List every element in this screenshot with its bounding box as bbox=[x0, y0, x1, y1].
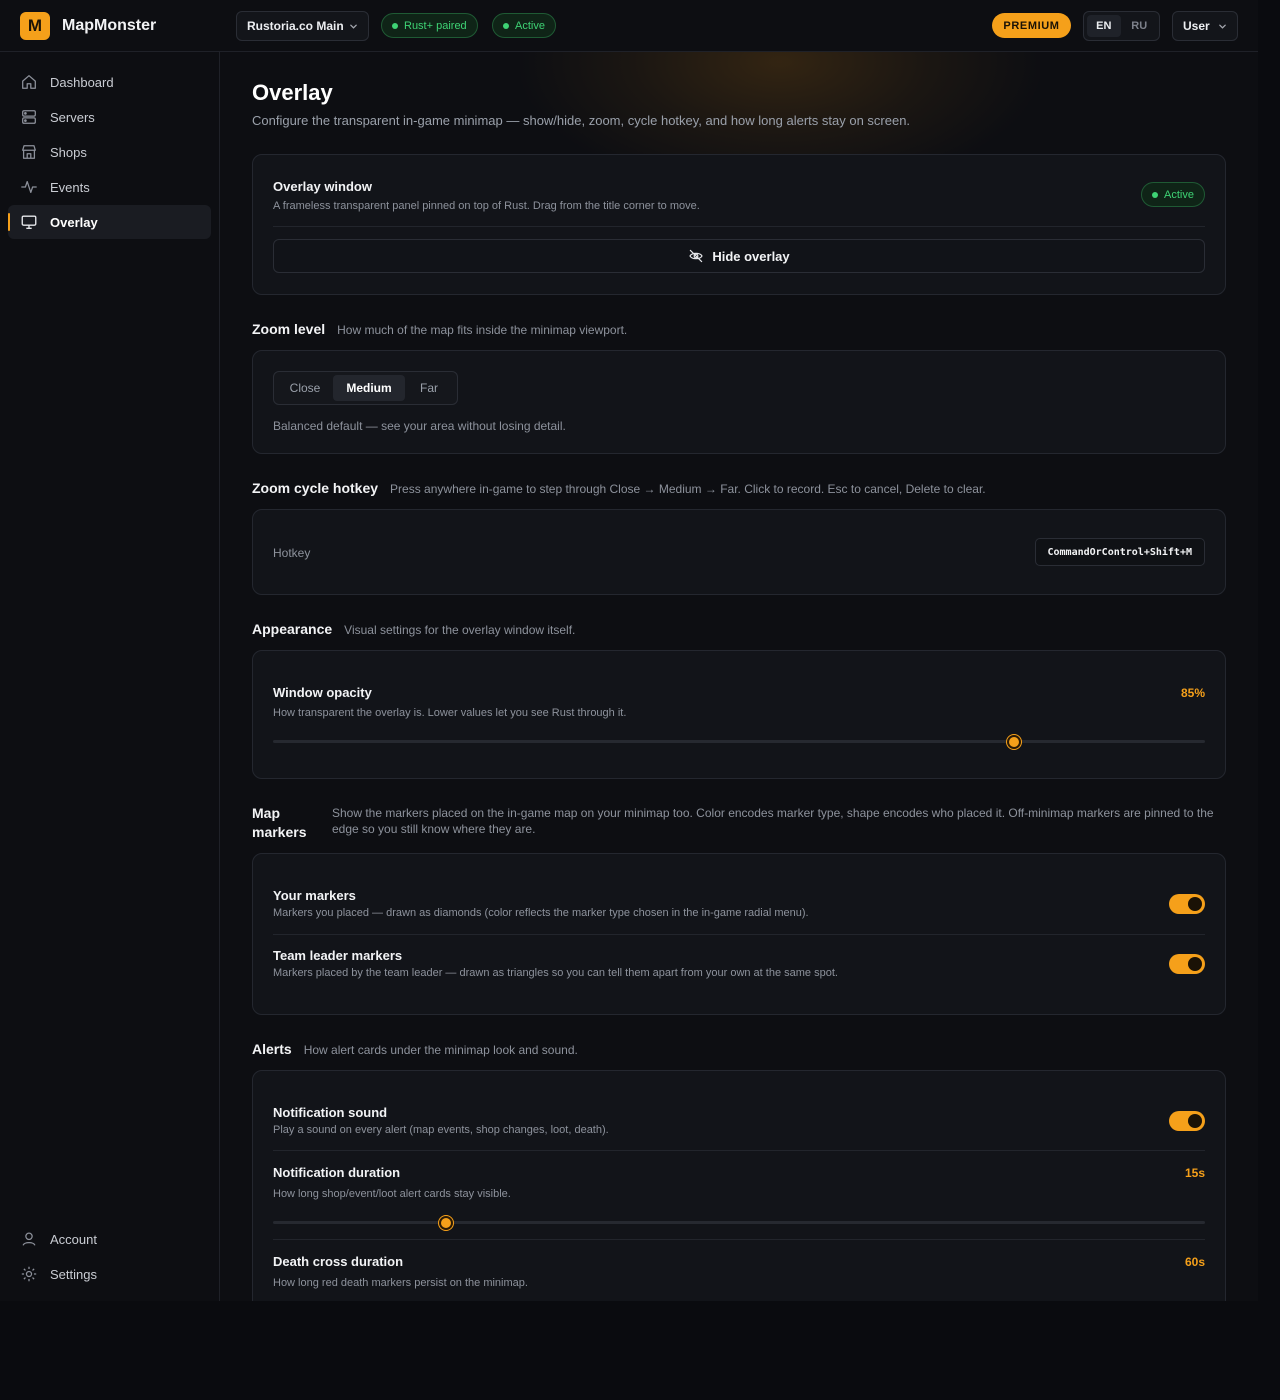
alerts-card: Notification sound Play a sound on every… bbox=[252, 1070, 1226, 1301]
zoom-desc: How much of the map fits inside the mini… bbox=[337, 323, 628, 337]
zoom-option-far[interactable]: Far bbox=[405, 375, 453, 401]
your-markers-toggle[interactable] bbox=[1169, 894, 1205, 914]
overlay-window-card: Overlay window A frameless transparent p… bbox=[252, 154, 1226, 295]
language-switcher: EN RU bbox=[1083, 11, 1160, 41]
team-leader-markers-toggle[interactable] bbox=[1169, 954, 1205, 974]
opacity-slider-thumb[interactable] bbox=[1006, 734, 1021, 749]
hotkey-recorder[interactable]: CommandOrControl+Shift+M bbox=[1034, 538, 1205, 566]
chevron-down-icon bbox=[349, 22, 358, 31]
user-menu[interactable]: User bbox=[1172, 11, 1238, 41]
sidebar-item-events[interactable]: Events bbox=[8, 170, 211, 204]
notification-duration-slider[interactable] bbox=[273, 1215, 1205, 1230]
hotkey-title: Zoom cycle hotkey bbox=[252, 480, 379, 496]
brand-name: MapMonster bbox=[62, 17, 157, 34]
opacity-slider[interactable] bbox=[273, 734, 1205, 749]
appearance-section-header: Appearance Visual settings for the overl… bbox=[252, 621, 575, 637]
chevron-down-icon bbox=[1218, 22, 1227, 31]
notification-duration-value: 15s bbox=[1184, 1166, 1205, 1180]
lang-ru-button[interactable]: RU bbox=[1123, 15, 1157, 37]
status-dot-icon bbox=[392, 22, 398, 29]
notification-sound-toggle[interactable] bbox=[1169, 1111, 1205, 1131]
notification-duration-desc: How long shop/event/loot alert cards sta… bbox=[273, 1188, 511, 1200]
connection-active-badge: Active bbox=[492, 13, 556, 38]
overlay-window-desc: A frameless transparent panel pinned on … bbox=[273, 200, 700, 212]
gear-icon bbox=[20, 1265, 38, 1283]
sidebar-item-overlay[interactable]: Overlay bbox=[8, 205, 211, 239]
user-menu-label: User bbox=[1183, 19, 1210, 33]
death-cross-duration-value: 60s bbox=[1184, 1255, 1205, 1269]
page-subtitle: Configure the transparent in-game minima… bbox=[252, 113, 911, 128]
server-select[interactable]: Rustoria.co Main bbox=[236, 11, 369, 41]
notification-sound-title: Notification sound bbox=[273, 1105, 388, 1120]
activity-icon bbox=[20, 178, 38, 196]
your-markers-desc: Markers you placed — drawn as diamonds (… bbox=[273, 907, 809, 919]
appearance-card: Window opacity 85% How transparent the o… bbox=[252, 650, 1226, 779]
app-window: M MapMonster Rustoria.co Main Rust+ pair… bbox=[0, 0, 1258, 1301]
overlay-window-title: Overlay window bbox=[273, 179, 372, 194]
your-markers-title: Your markers bbox=[273, 888, 356, 903]
zoom-segmented-control: Close Medium Far bbox=[273, 371, 458, 405]
opacity-title: Window opacity bbox=[273, 685, 372, 700]
overlay-status-badge: Active bbox=[1141, 182, 1205, 207]
server-select-label: Rustoria.co Main bbox=[247, 19, 344, 33]
app-logo: M bbox=[20, 12, 50, 40]
appearance-title: Appearance bbox=[252, 621, 333, 637]
death-cross-duration-desc: How long red death markers persist on th… bbox=[273, 1277, 528, 1289]
sidebar-item-dashboard[interactable]: Dashboard bbox=[8, 65, 211, 99]
zoom-hint: Balanced default — see your area without… bbox=[273, 419, 566, 433]
hotkey-card: Hotkey CommandOrControl+Shift+M bbox=[252, 509, 1226, 595]
zoom-card: Close Medium Far Balanced default — see … bbox=[252, 350, 1226, 454]
status-dot-icon bbox=[1152, 191, 1159, 198]
server-icon bbox=[20, 108, 38, 126]
sidebar-item-settings[interactable]: Settings bbox=[8, 1257, 211, 1291]
alerts-desc: How alert cards under the minimap look a… bbox=[303, 1043, 578, 1057]
hotkey-label: Hotkey bbox=[273, 546, 311, 560]
home-icon bbox=[20, 73, 38, 91]
sidebar-item-account[interactable]: Account bbox=[8, 1222, 211, 1256]
notification-sound-desc: Play a sound on every alert (map events,… bbox=[273, 1124, 609, 1136]
store-icon bbox=[20, 143, 38, 161]
opacity-value: 85% bbox=[1180, 686, 1205, 700]
alerts-title: Alerts bbox=[252, 1041, 292, 1057]
team-leader-markers-desc: Markers placed by the team leader — draw… bbox=[273, 967, 838, 979]
main-content: Overlay Configure the transparent in-gam… bbox=[220, 52, 1258, 1301]
team-leader-markers-title: Team leader markers bbox=[273, 948, 403, 963]
user-icon bbox=[20, 1230, 38, 1248]
sidebar: Dashboard Servers Shops Events Overlay A… bbox=[0, 52, 220, 1301]
sidebar-item-servers[interactable]: Servers bbox=[8, 100, 211, 134]
lang-en-button[interactable]: EN bbox=[1087, 15, 1121, 37]
zoom-option-medium[interactable]: Medium bbox=[333, 375, 405, 401]
opacity-desc: How transparent the overlay is. Lower va… bbox=[273, 707, 627, 719]
alerts-section-header: Alerts How alert cards under the minimap… bbox=[252, 1041, 578, 1057]
hotkey-section-header: Zoom cycle hotkey Press anywhere in-game… bbox=[252, 480, 986, 496]
hide-overlay-button[interactable]: Hide overlay bbox=[273, 239, 1205, 273]
top-bar: M MapMonster Rustoria.co Main Rust+ pair… bbox=[0, 0, 1258, 52]
zoom-option-close[interactable]: Close bbox=[277, 375, 333, 401]
markers-card: Your markers Markers you placed — drawn … bbox=[252, 853, 1226, 1015]
premium-badge[interactable]: PREMIUM bbox=[992, 13, 1071, 38]
death-cross-duration-title: Death cross duration bbox=[273, 1254, 404, 1269]
eye-off-icon bbox=[688, 248, 704, 264]
appearance-desc: Visual settings for the overlay window i… bbox=[344, 623, 576, 637]
sidebar-item-shops[interactable]: Shops bbox=[8, 135, 211, 169]
markers-desc: Show the markers placed on the in-game m… bbox=[332, 806, 1214, 836]
page-title: Overlay bbox=[252, 80, 333, 105]
notification-duration-title: Notification duration bbox=[273, 1165, 401, 1180]
markers-title: Map markers bbox=[252, 805, 307, 840]
status-dot-icon bbox=[503, 22, 509, 29]
zoom-title: Zoom level bbox=[252, 321, 326, 337]
hotkey-desc: Press anywhere in-game to step through C… bbox=[390, 482, 986, 496]
zoom-section-header: Zoom level How much of the map fits insi… bbox=[252, 321, 627, 337]
monitor-icon bbox=[20, 213, 38, 231]
notification-duration-slider-thumb[interactable] bbox=[439, 1215, 454, 1230]
rust-paired-badge: Rust+ paired bbox=[381, 13, 478, 38]
